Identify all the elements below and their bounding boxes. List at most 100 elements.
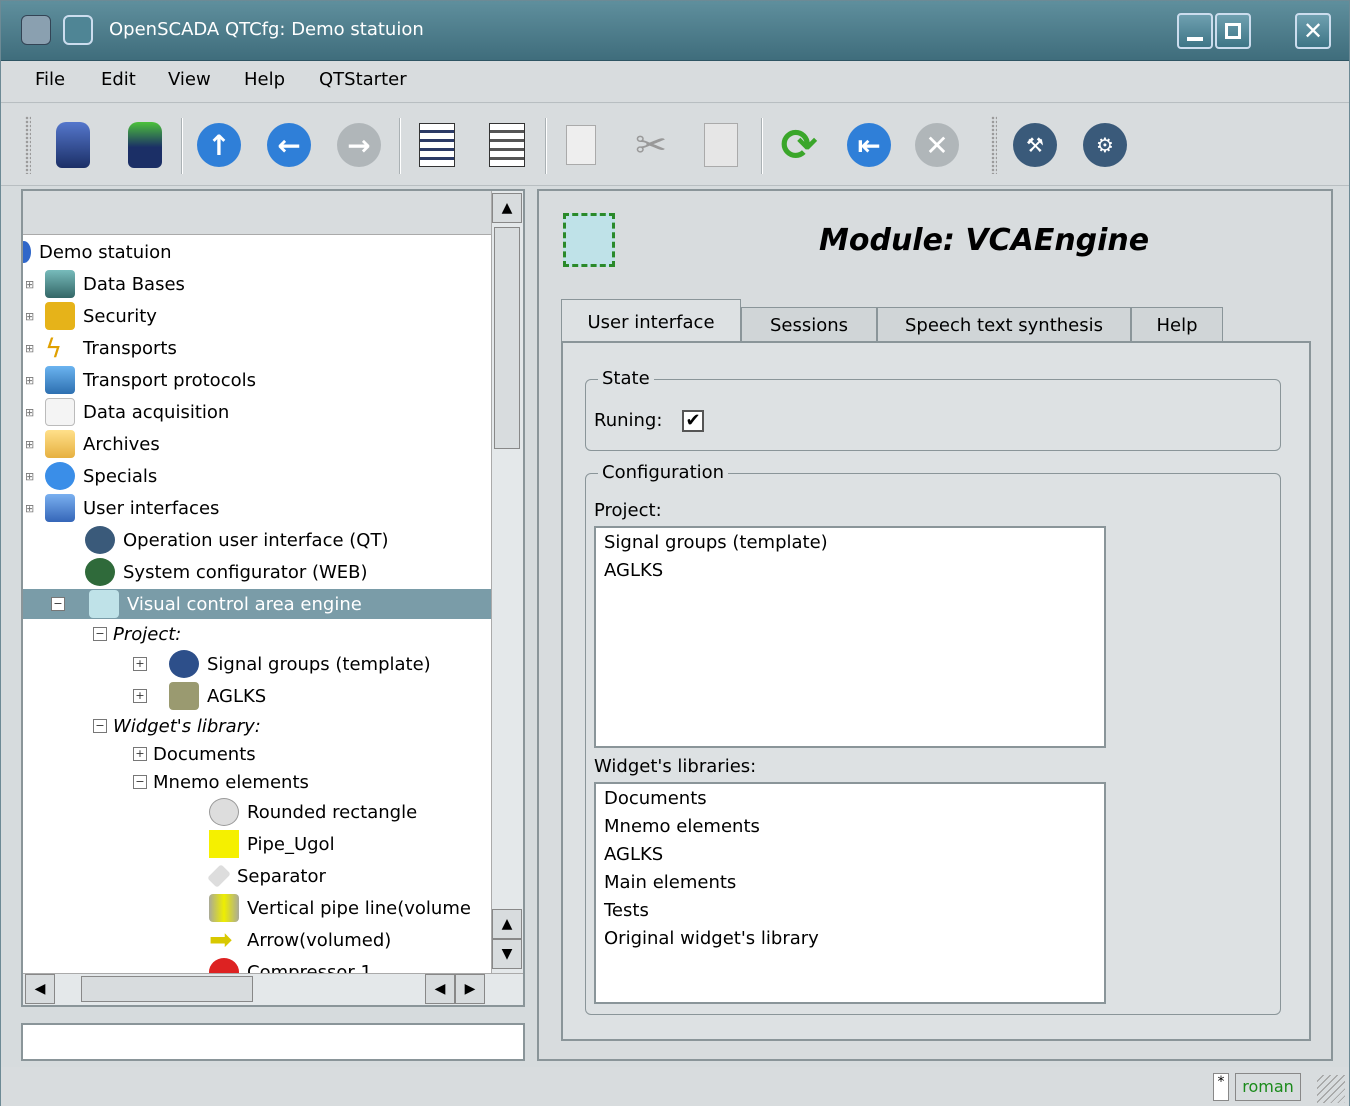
tree-item-project[interactable]: + AGLKS: [133, 681, 266, 711]
close-button[interactable]: ✕: [1295, 13, 1331, 49]
tree-item-widget[interactable]: Separator: [207, 861, 326, 891]
tree-root[interactable]: Demo statuion: [23, 237, 172, 267]
start-icon[interactable]: ⇤: [843, 118, 895, 172]
tree-item-project[interactable]: + Signal groups (template): [133, 649, 431, 679]
collapse-icon[interactable]: −: [51, 597, 65, 611]
tree-item-project-group[interactable]: − Project:: [93, 619, 181, 649]
scroll-right-button[interactable]: ▶: [455, 974, 485, 1004]
tree-item-transports[interactable]: ⊞ ϟ Transports: [25, 333, 177, 364]
archive-icon: [45, 430, 75, 458]
add-item-icon[interactable]: [411, 118, 463, 172]
tree-item-web-cfg[interactable]: System configurator (WEB): [85, 557, 368, 587]
collapse-icon[interactable]: −: [133, 775, 147, 789]
project-label: Project:: [594, 500, 662, 521]
scroll-up-button[interactable]: ▲: [492, 193, 522, 223]
expand-icon[interactable]: +: [133, 657, 147, 671]
forward-icon: →: [333, 118, 385, 172]
toolbar-grip[interactable]: [25, 116, 31, 174]
expand-icon[interactable]: ⊞: [25, 342, 35, 355]
resize-grip-icon[interactable]: [1317, 1075, 1345, 1103]
menu-help[interactable]: Help: [244, 69, 285, 90]
tree-item-widget[interactable]: Vertical pipe line(volume: [209, 893, 471, 923]
tree-item-widget[interactable]: Compressor 1: [209, 957, 372, 973]
cut-icon: ✂: [635, 123, 667, 167]
tree-item-widget[interactable]: Pipe_Ugol: [209, 829, 335, 859]
tree-horizontal-scrollbar[interactable]: ◀ ◀ ▶: [23, 973, 523, 1005]
expand-icon[interactable]: ⊞: [25, 310, 35, 323]
collapse-icon[interactable]: −: [93, 627, 107, 641]
list-item[interactable]: Original widget's library: [604, 928, 1096, 956]
back-icon[interactable]: ←: [263, 118, 315, 172]
refresh-icon[interactable]: ⟳: [773, 118, 825, 172]
tree-item-data-bases[interactable]: ⊞ Data Bases: [25, 269, 185, 299]
scroll-left-button[interactable]: ◀: [425, 974, 455, 1004]
db-load-icon[interactable]: [47, 118, 99, 172]
scroll-thumb[interactable]: [81, 976, 253, 1002]
running-checkbox[interactable]: ✔: [682, 410, 704, 432]
scroll-down-button[interactable]: ▼: [492, 939, 522, 969]
scroll-thumb[interactable]: [494, 227, 520, 449]
list-item[interactable]: Tests: [604, 900, 1096, 928]
tree-item-data-acquisition[interactable]: ⊞ Data acquisition: [25, 397, 229, 427]
tree-item-archives[interactable]: ⊞ Archives: [25, 429, 160, 459]
tab-speech-text-synthesis[interactable]: Speech text synthesis: [877, 307, 1131, 343]
tree-item-security[interactable]: ⊞ Security: [25, 301, 157, 331]
tree-vertical-scrollbar[interactable]: ▲ ▲ ▼: [491, 191, 523, 973]
running-label: Runing:: [594, 410, 663, 431]
expand-icon[interactable]: ⊞: [25, 406, 35, 419]
tree-item-widget-library-group[interactable]: − Widget's library:: [93, 711, 261, 741]
expand-icon[interactable]: ⊞: [25, 470, 35, 483]
menu-file[interactable]: File: [35, 69, 65, 90]
compressor-icon: [209, 958, 239, 973]
qt-ui-icon[interactable]: ⚒: [1009, 118, 1061, 172]
project-list[interactable]: Signal groups (template) AGLKS: [594, 526, 1106, 748]
delete-item-icon[interactable]: [481, 118, 533, 172]
close-icon: ✕: [1303, 17, 1324, 45]
widget-libraries-list[interactable]: Documents Mnemo elements AGLKS Main elem…: [594, 782, 1106, 1004]
collapse-icon[interactable]: ⊞: [25, 502, 35, 515]
tree-item-vca-engine[interactable]: − Visual control area engine: [23, 589, 491, 619]
db-save-icon[interactable]: [119, 118, 171, 172]
menu-view[interactable]: View: [168, 69, 211, 90]
configurator-icon[interactable]: ⚙: [1079, 118, 1131, 172]
lightning-icon: ϟ: [45, 334, 63, 364]
tree-item-user-interfaces[interactable]: ⊞ User interfaces: [25, 493, 219, 523]
up-icon[interactable]: ↑: [193, 118, 245, 172]
list-item[interactable]: Main elements: [604, 872, 1096, 900]
configuration-group: Configuration Project: Signal groups (te…: [585, 462, 1281, 1015]
status-message-field[interactable]: [21, 1023, 525, 1061]
list-item[interactable]: Mnemo elements: [604, 816, 1096, 844]
scroll-up-button[interactable]: ▲: [492, 909, 522, 939]
tree-item-widget[interactable]: ➡ Arrow(volumed): [209, 925, 391, 955]
expand-icon[interactable]: ⊞: [25, 278, 35, 291]
tree-item-transport-protocols[interactable]: ⊞ Transport protocols: [25, 365, 256, 395]
minimize-button[interactable]: [1177, 13, 1213, 49]
expand-icon[interactable]: +: [133, 747, 147, 761]
tree-item-widget-library[interactable]: − Mnemo elements: [133, 767, 309, 797]
web-configurator-icon: [85, 558, 115, 586]
expand-icon[interactable]: ⊞: [25, 374, 35, 387]
user-indicator[interactable]: roman: [1235, 1073, 1301, 1101]
app-icon[interactable]: [21, 15, 51, 45]
expand-icon[interactable]: ⊞: [25, 438, 35, 451]
scroll-left-button[interactable]: ◀: [25, 974, 55, 1004]
tree-item-widget[interactable]: Rounded rectangle: [209, 797, 417, 827]
tab-user-interface[interactable]: User interface: [561, 299, 741, 345]
tree-item-specials[interactable]: ⊞ Specials: [25, 461, 157, 491]
tree-item-qt-ui[interactable]: Operation user interface (QT): [85, 525, 389, 555]
maximize-button[interactable]: [1215, 13, 1251, 49]
window-menu-icon[interactable]: [63, 15, 93, 45]
expand-icon[interactable]: +: [133, 689, 147, 703]
tab-sessions[interactable]: Sessions: [741, 307, 877, 343]
navigation-tree[interactable]: Demo statuion ⊞ Data Bases ⊞ Security ⊞ ϟ Tr…: [23, 235, 491, 973]
toolbar-grip[interactable]: [991, 116, 997, 174]
collapse-icon[interactable]: −: [93, 719, 107, 733]
list-item[interactable]: AGLKS: [604, 844, 1096, 872]
menu-edit[interactable]: Edit: [101, 69, 136, 90]
tree-item-widget-library[interactable]: + Documents: [133, 739, 256, 769]
menu-qtstarter[interactable]: QTStarter: [319, 69, 407, 90]
list-item[interactable]: AGLKS: [604, 560, 1096, 588]
tab-help[interactable]: Help: [1131, 307, 1223, 343]
list-item[interactable]: Documents: [604, 788, 1096, 816]
list-item[interactable]: Signal groups (template): [604, 532, 1096, 560]
